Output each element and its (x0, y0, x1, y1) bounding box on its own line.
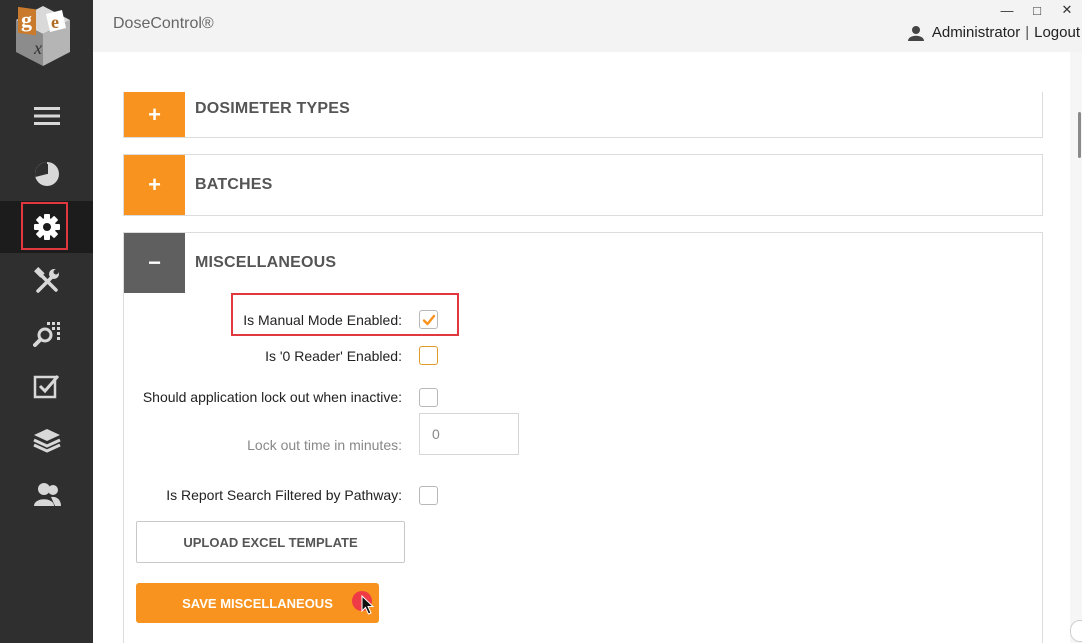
lock-out-checkbox[interactable] (419, 388, 438, 407)
user-area: Administrator | Logout (907, 24, 1080, 41)
sidebar-item-menu[interactable] (0, 90, 93, 142)
manual-mode-label: Is Manual Mode Enabled: (243, 312, 402, 328)
sidebar-item-tools[interactable] (0, 255, 93, 307)
maximize-button[interactable]: □ (1022, 0, 1052, 20)
scrollbar-thumb[interactable] (1078, 112, 1081, 158)
lock-out-label: Should application lock out when inactiv… (142, 389, 402, 405)
zero-reader-checkbox[interactable] (419, 346, 438, 365)
sidebar-item-users[interactable] (0, 468, 93, 520)
search-grid-icon (32, 322, 60, 347)
zero-reader-label: Is '0 Reader' Enabled: (265, 348, 402, 364)
checklist-icon (33, 375, 59, 399)
upload-excel-template-button[interactable]: UPLOAD EXCEL TEMPLATE (136, 521, 405, 563)
resize-grip[interactable] (1070, 620, 1082, 642)
layers-icon (32, 429, 61, 453)
panel-title: DOSIMETER TYPES (195, 100, 351, 117)
sidebar-item-settings[interactable] (0, 201, 93, 253)
sidebar-item-search[interactable] (0, 308, 93, 360)
check-icon (422, 314, 436, 326)
expand-toggle[interactable]: + (124, 92, 185, 137)
lock-out-time-input[interactable]: 0 (419, 413, 519, 455)
panel-dosimeter-types: + DOSIMETER TYPES (123, 92, 1043, 138)
collapse-toggle[interactable]: − (124, 233, 185, 293)
close-button[interactable]: ✕ (1052, 0, 1082, 20)
svg-text:g: g (21, 7, 32, 32)
panel-header[interactable]: − MISCELLANEOUS (124, 233, 1043, 293)
sidebar-item-layers[interactable] (0, 414, 93, 466)
dashboard-icon (34, 162, 59, 186)
panel-title: BATCHES (195, 176, 273, 193)
gex-logo: g e x (12, 2, 74, 68)
report-filter-label: Is Report Search Filtered by Pathway: (166, 487, 402, 503)
manual-mode-checkbox[interactable] (419, 310, 438, 329)
sidebar-item-dashboard[interactable] (0, 148, 93, 200)
scrollbar[interactable] (1070, 52, 1082, 643)
expand-toggle[interactable]: + (124, 155, 185, 215)
user-separator: | (1025, 24, 1030, 41)
sidebar-item-checklist[interactable] (0, 361, 93, 413)
panel-batches: + BATCHES (123, 154, 1043, 216)
save-miscellaneous-button[interactable]: SAVE MISCELLANEOUS (136, 583, 379, 623)
svg-text:e: e (51, 12, 59, 32)
users-icon (33, 483, 61, 506)
report-filter-checkbox[interactable] (419, 486, 438, 505)
tools-icon (33, 267, 59, 293)
app-title: DoseControl® (113, 15, 214, 32)
panel-header[interactable]: + DOSIMETER TYPES (124, 92, 1043, 152)
svg-text:x: x (33, 38, 42, 58)
panel-title: MISCELLANEOUS (195, 254, 337, 271)
sidebar: g e x (0, 0, 93, 643)
settings-icon (33, 214, 60, 240)
mouse-cursor-icon (361, 595, 375, 615)
menu-icon (33, 107, 60, 125)
title-bar: DoseControl® — □ ✕ Administrator | Logou… (93, 0, 1082, 52)
user-icon (907, 25, 924, 41)
panel-miscellaneous: − MISCELLANEOUS Is Manual Mode Enabled: … (123, 232, 1043, 643)
logout-link[interactable]: Logout (1034, 24, 1080, 41)
panel-header[interactable]: + BATCHES (124, 155, 1043, 215)
minimize-button[interactable]: — (992, 0, 1022, 20)
lock-out-time-label: Lock out time in minutes: (247, 437, 402, 453)
window-controls: — □ ✕ (992, 0, 1082, 20)
user-name[interactable]: Administrator (932, 24, 1020, 41)
